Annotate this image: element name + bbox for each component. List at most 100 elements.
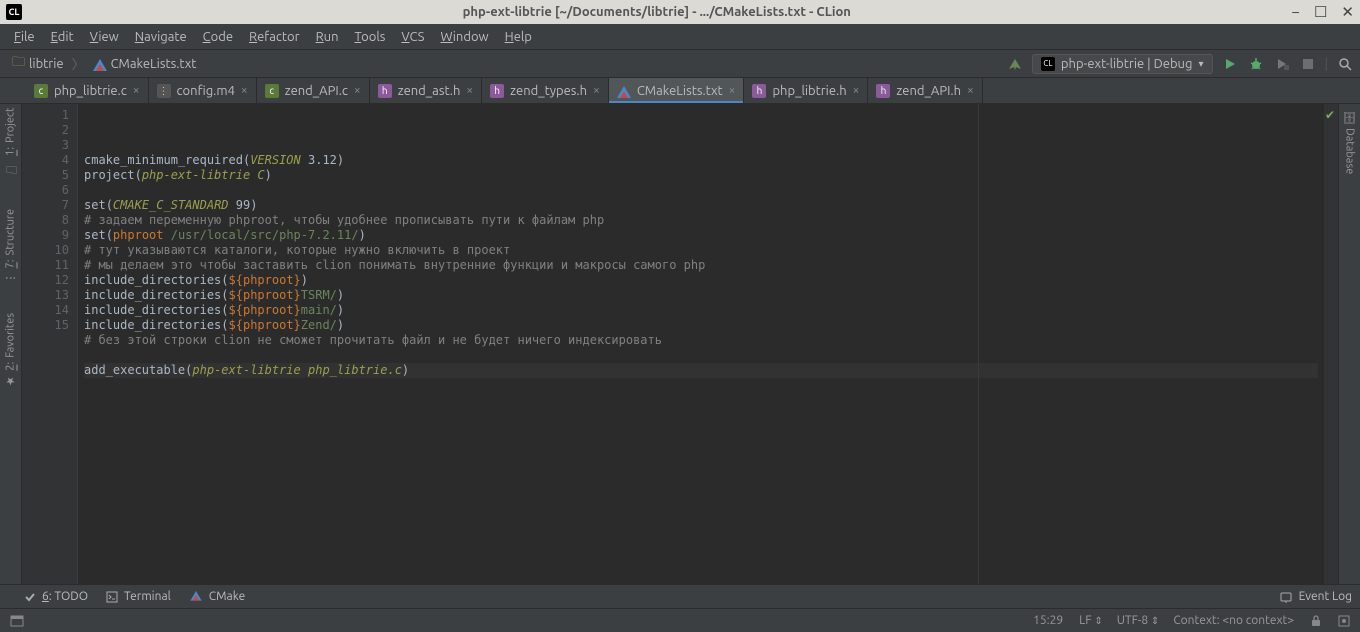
line-number[interactable]: 6 [26, 183, 69, 198]
tool-project[interactable]: 🗀 1: Project [1, 108, 20, 179]
tab-label: php_libtrie.c [54, 84, 127, 98]
tab-php_libtrie-c[interactable]: cphp_libtrie.c× [26, 78, 149, 103]
run-with-coverage-icon[interactable] [1273, 55, 1291, 73]
h-file-icon: h [876, 84, 890, 98]
event-log-button[interactable]: Event Log [1279, 590, 1352, 604]
menu-tools[interactable]: Tools [347, 30, 394, 44]
breadcrumb-item[interactable]: 🗀libtrie [8, 51, 68, 77]
tab-close-icon[interactable]: × [354, 84, 361, 97]
code-line[interactable]: cmake_minimum_required(VERSION 3.12) [84, 153, 1318, 168]
tab-zend_api-c[interactable]: czend_API.c× [257, 78, 370, 103]
code-line[interactable]: include_directories(${phproot}Zend/) [84, 318, 1318, 333]
tab-close-icon[interactable]: × [466, 84, 473, 97]
line-number[interactable]: 1 [26, 108, 69, 123]
code-line[interactable]: # тут указываются каталоги, которые нужн… [84, 243, 1318, 258]
menu-run[interactable]: Run [308, 30, 347, 44]
code-line[interactable]: # мы делаем это чтобы заставить clion по… [84, 258, 1318, 273]
status-caret-pos[interactable]: 15:29 [1033, 614, 1063, 627]
tab-label: php_libtrie.h [772, 84, 846, 98]
code-line[interactable]: project(php-ext-libtrie C) [84, 168, 1318, 183]
tool-database[interactable]: 🗄 Database [1343, 110, 1356, 174]
breadcrumb-item[interactable]: CMakeLists.txt [89, 55, 201, 73]
tab-close-icon[interactable]: × [729, 84, 736, 97]
line-gutter: 123456789101112131415 [22, 104, 78, 584]
maximize-icon[interactable]: ☐ [1314, 3, 1327, 21]
tab-config-m4[interactable]: ⋮config.m4× [149, 78, 257, 103]
build-icon[interactable] [1006, 55, 1024, 73]
code-line[interactable]: include_directories(${phproot}TSRM/) [84, 288, 1318, 303]
breadcrumb-separator: 〉 [72, 54, 85, 73]
line-number[interactable]: 2 [26, 123, 69, 138]
navigation-bar: 🗀libtrie〉CMakeLists.txt CL php-ext-libtr… [0, 50, 1360, 78]
code-line[interactable]: add_executable(php-ext-libtrie php_libtr… [84, 363, 1318, 378]
minimize-icon[interactable]: − [1292, 3, 1300, 21]
tab-close-icon[interactable]: × [593, 84, 600, 97]
code-line[interactable]: include_directories(${phproot}main/) [84, 303, 1318, 318]
tab-zend_types-h[interactable]: hzend_types.h× [482, 78, 609, 103]
debug-icon[interactable] [1247, 55, 1265, 73]
code-line[interactable] [84, 183, 1318, 198]
status-line-sep[interactable]: LF [1079, 614, 1091, 627]
line-number[interactable]: 4 [26, 153, 69, 168]
code-line[interactable]: # задаем переменную phproot, чтобы удобн… [84, 213, 1318, 228]
line-number[interactable]: 15 [26, 318, 69, 333]
app-icon: CL [6, 4, 22, 20]
lock-icon[interactable] [1310, 615, 1322, 627]
run-icon[interactable] [1221, 55, 1239, 73]
code-line[interactable]: include_directories(${phproot}) [84, 273, 1318, 288]
menu-edit[interactable]: Edit [43, 30, 82, 44]
code-line[interactable]: set(CMAKE_C_STANDARD 99) [84, 198, 1318, 213]
inspector-icon[interactable] [1338, 615, 1350, 627]
folder-icon: 🗀 [1, 160, 20, 179]
menu-help[interactable]: Help [497, 30, 540, 44]
tab-close-icon[interactable]: × [853, 84, 860, 97]
line-number[interactable]: 3 [26, 138, 69, 153]
tab-close-icon[interactable]: × [967, 84, 974, 97]
eventlog-icon [1279, 590, 1293, 604]
code-line[interactable] [84, 348, 1318, 363]
menu-vcs[interactable]: VCS [393, 30, 432, 44]
line-number[interactable]: 7 [26, 198, 69, 213]
cmake-icon [189, 588, 203, 605]
line-number[interactable]: 8 [26, 213, 69, 228]
tab-close-icon[interactable]: × [133, 84, 140, 97]
tool-todo[interactable]: 6: TODO [24, 590, 88, 603]
code-line[interactable]: # без этой строки clion не сможет прочит… [84, 333, 1318, 348]
tab-cmakelists-txt[interactable]: CMakeLists.txt× [609, 78, 745, 103]
tool-structure[interactable]: ⋮ 7: Structure [4, 209, 17, 283]
line-number[interactable]: 5 [26, 168, 69, 183]
status-encoding[interactable]: UTF-8 [1117, 614, 1148, 627]
close-icon[interactable]: ✕ [1341, 3, 1354, 21]
menu-refactor[interactable]: Refactor [241, 30, 308, 44]
line-number[interactable]: 11 [26, 258, 69, 273]
tab-zend_api-h[interactable]: h zend_API.h × [868, 78, 982, 103]
code-line[interactable]: set(phproot /usr/local/src/php-7.2.11/) [84, 228, 1318, 243]
tool-terminal[interactable]: Terminal [106, 590, 171, 603]
line-number[interactable]: 13 [26, 288, 69, 303]
line-number[interactable]: 14 [26, 303, 69, 318]
menu-code[interactable]: Code [195, 30, 241, 44]
breadcrumb: 🗀libtrie〉CMakeLists.txt [2, 51, 200, 77]
toolwindow-toggle-icon[interactable] [10, 614, 24, 628]
run-configuration-selector[interactable]: CL php-ext-libtrie | Debug ▾ [1032, 54, 1213, 74]
menu-window[interactable]: Window [432, 30, 496, 44]
line-number[interactable]: 10 [26, 243, 69, 258]
menu-navigate[interactable]: Navigate [127, 30, 195, 44]
search-everywhere-icon[interactable] [1336, 55, 1354, 73]
tab-close-icon[interactable]: × [241, 84, 248, 97]
tab-php_libtrie-h[interactable]: hphp_libtrie.h× [744, 78, 868, 103]
editor-tabs: cphp_libtrie.c×⋮config.m4×czend_API.c×hz… [0, 78, 1360, 104]
status-context[interactable]: Context: <no context> [1173, 614, 1294, 627]
line-number[interactable]: 12 [26, 273, 69, 288]
menu-file[interactable]: File [6, 30, 43, 44]
tab-zend_ast-h[interactable]: hzend_ast.h× [370, 78, 482, 103]
tool-cmake[interactable]: CMake [189, 588, 245, 605]
menu-view[interactable]: View [82, 30, 127, 44]
tab-label: zend_API.h [896, 84, 961, 98]
line-number[interactable]: 9 [26, 228, 69, 243]
code-area[interactable]: cmake_minimum_required(VERSION 3.12)proj… [78, 104, 1324, 584]
tool-favorites[interactable]: ★ 2: Favorites [4, 313, 17, 388]
right-tool-stripe: 🗄 Database [1338, 104, 1360, 584]
stop-icon[interactable] [1299, 55, 1317, 73]
editor[interactable]: 123456789101112131415 cmake_minimum_requ… [22, 104, 1338, 584]
